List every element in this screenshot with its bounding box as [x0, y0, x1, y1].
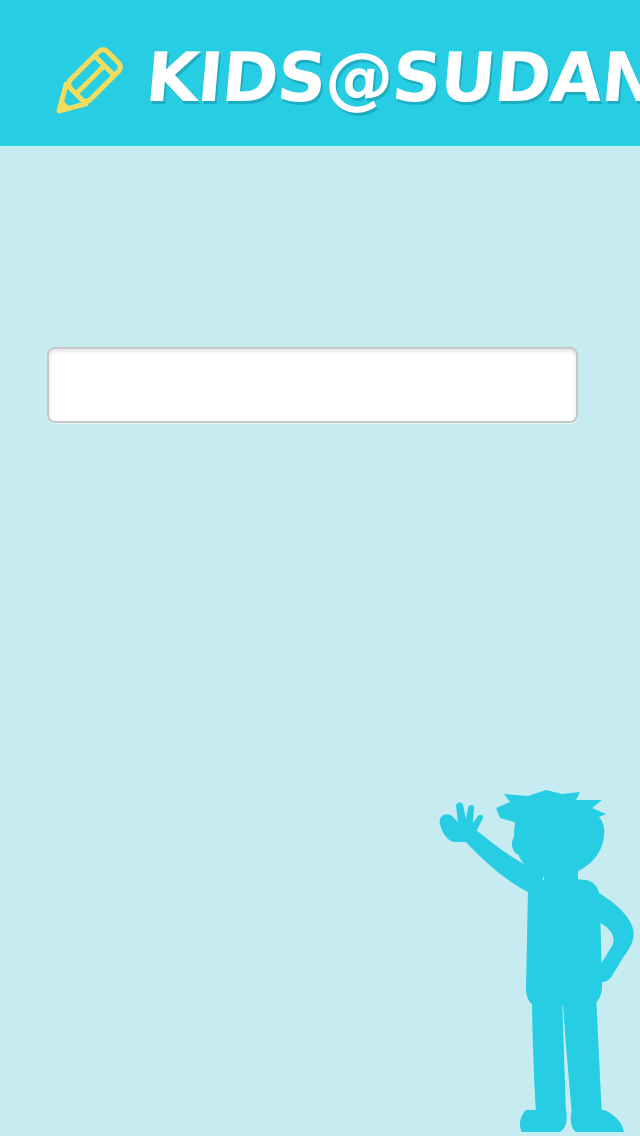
pencil-icon — [56, 47, 123, 114]
app-header: KIDS@SUDAN — [0, 0, 640, 146]
waving-kid-silhouette — [439, 790, 634, 1132]
app-title: KIDS@SUDAN — [142, 39, 640, 118]
text-input-field[interactable] — [47, 347, 578, 423]
